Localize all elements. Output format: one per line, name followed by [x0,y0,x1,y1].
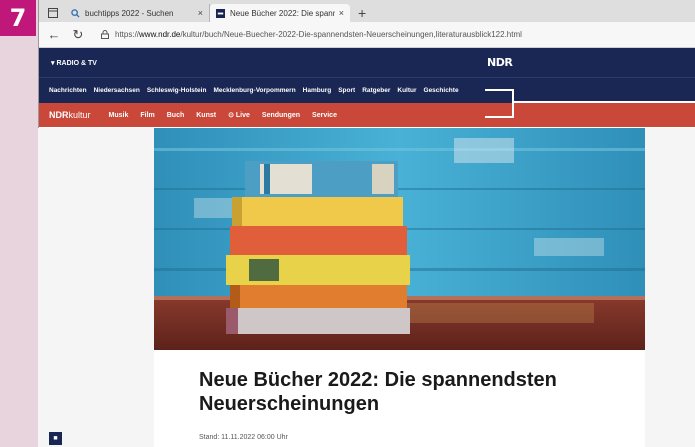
kultur-nav-musik[interactable]: Musik [109,112,129,119]
nav-item-sport[interactable]: Sport [338,87,355,94]
ndr-favicon-icon [216,8,225,18]
step-number-badge: 7 [0,0,36,36]
callout-bracket [485,89,514,118]
ndr-logo[interactable]: NDR [487,56,513,69]
nav-item-schleswig-holstein[interactable]: Schleswig-Holstein [147,87,207,94]
close-icon[interactable]: × [339,8,344,18]
ndr-top-bar: ▾ RADIO & TV NDR [39,48,695,77]
kultur-nav-film[interactable]: Film [140,112,154,119]
nav-item-niedersachsen[interactable]: Niedersachsen [94,87,140,94]
nav-item-ratgeber[interactable]: Ratgeber [362,87,390,94]
article-title: Neue Bücher 2022: Die spannendsten Neuer… [199,369,557,415]
radio-tv-menu[interactable]: ▾ RADIO & TV [51,59,97,67]
tab-title: Neue Bücher 2022: Die spannen [230,8,335,18]
tab-search[interactable]: buchtipps 2022 - Suchen × [65,4,210,22]
article-card: Neue Bücher 2022: Die spannendsten Neuer… [154,350,645,447]
kultur-nav-sendungen[interactable]: Sendungen [262,112,300,119]
ndr-kultur-nav: NDRkultur Musik Film Buch Kunst ⊙ Live S… [39,103,695,127]
kultur-nav-kunst[interactable]: Kunst [196,112,216,119]
logo-main: NDR [49,110,69,120]
window-menu-icon[interactable] [45,4,61,22]
kultur-nav-service[interactable]: Service [312,112,337,119]
ndr-region-nav: Nachrichten Niedersachsen Schleswig-Hols… [39,77,695,103]
address-bar: ← ↻ https://www.ndr.de/kultur/buch/Neue-… [39,22,695,48]
page-content: Neue Bücher 2022: Die spannendsten Neuer… [38,128,695,447]
article-date: Stand: 11.11.2022 06:00 Uhr [199,434,288,441]
url-field[interactable]: https://www.ndr.de/kultur/buch/Neue-Buec… [101,26,685,44]
search-icon [71,8,80,18]
hero-image [154,128,645,350]
nav-item-geschichte[interactable]: Geschichte [424,87,459,94]
nav-item-hamburg[interactable]: Hamburg [303,87,332,94]
url-domain: www.ndr.de [139,30,181,39]
reload-button[interactable]: ↻ [69,27,87,43]
tab-title: buchtipps 2022 - Suchen [85,8,174,18]
url-path: /kultur/buch/Neue-Buecher-2022-Die-spann… [180,30,522,39]
new-tab-button[interactable]: + [358,4,366,22]
lock-icon [101,30,109,39]
ndr-kultur-logo[interactable]: NDRkultur [49,110,91,120]
back-button[interactable]: ← [45,27,63,42]
callout-line [514,101,695,103]
share-icon[interactable]: ■ [49,432,62,445]
close-icon[interactable]: × [198,8,203,18]
logo-sub: kultur [68,110,91,120]
tab-ndr-article[interactable]: Neue Bücher 2022: Die spannen × [210,4,350,22]
nav-item-mecklenburg-vorpommern[interactable]: Mecklenburg-Vorpommern [213,87,295,94]
url-prefix: https:// [115,30,140,39]
nav-item-nachrichten[interactable]: Nachrichten [49,87,87,94]
kultur-nav-buch[interactable]: Buch [167,112,185,119]
nav-item-kultur[interactable]: Kultur [397,87,416,94]
tab-bar: buchtipps 2022 - Suchen × Neue Bücher 20… [39,0,695,22]
kultur-nav-live[interactable]: ⊙ Live [228,111,250,119]
